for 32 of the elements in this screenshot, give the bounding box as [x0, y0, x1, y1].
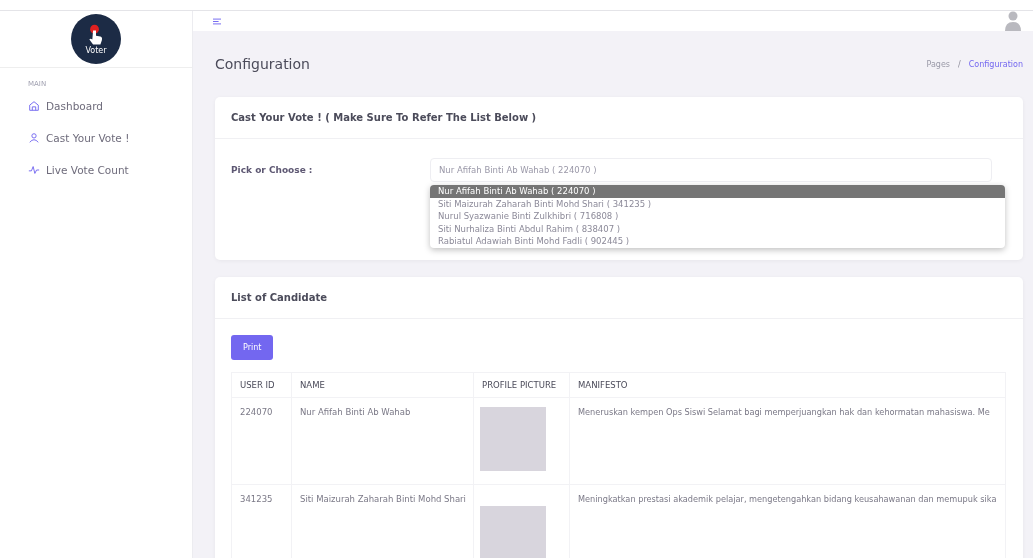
table-cell: Meneruskan kempen Ops Siswi Selamat bagi memperjuangkan hak dan kehormatan mahasiswa. Me [569, 397, 1006, 485]
column-header: PROFILE PICTURE [473, 372, 570, 398]
user-icon [28, 132, 40, 144]
dropdown-option[interactable]: Siti Nurhaliza Binti Abdul Rahim ( 838407 ) [430, 222, 1005, 235]
home-icon [28, 100, 40, 112]
photo-placeholder [480, 506, 546, 558]
logo-text: Voter [85, 45, 107, 55]
breadcrumb-separator: / [958, 59, 961, 69]
dropdown-option[interactable]: Rabiatul Adawiah Binti Mohd Fadli ( 902445 ) [430, 235, 1005, 248]
column-header: USER ID [231, 372, 292, 398]
table-cell: 224070 [231, 397, 292, 485]
card-title: List of Candidate [231, 292, 327, 303]
table-cell: 341235 [231, 484, 292, 558]
photo-placeholder [480, 407, 546, 471]
field-label: Pick or Choose : [231, 165, 314, 175]
breadcrumb-link[interactable]: Pages [926, 59, 951, 69]
print-button[interactable]: Print [231, 335, 274, 360]
page-title: Configuration [215, 56, 310, 72]
sidebar-item[interactable]: Cast Your Vote ! [0, 126, 192, 158]
breadcrumb-link[interactable]: Configuration [968, 59, 1023, 69]
column-header: NAME [291, 372, 474, 398]
candidate-select[interactable]: Nur Afifah Binti Ab Wahab ( 224070 ) [430, 158, 992, 182]
dropdown-option[interactable]: Nur Afifah Binti Ab Wahab ( 224070 ) [430, 185, 1005, 198]
dropdown-option[interactable]: Siti Maizurah Zaharah Binti Mohd Shari ( 341235 ) [430, 197, 1005, 210]
sidebar-item[interactable]: Live Vote Count [0, 158, 192, 190]
sidebar-item[interactable]: Dashboard [0, 94, 192, 126]
pulse-icon [28, 164, 40, 176]
table-cell: Nur Afifah Binti Ab Wahab [291, 397, 474, 485]
dropdown-option[interactable]: Nurul Syazwanie Binti Zulkhibri ( 716808 ) [430, 210, 1005, 223]
card-title: Cast Your Vote ! ( Make Sure To Refer The List Below ) [231, 112, 537, 123]
menu-icon[interactable] [213, 17, 221, 25]
column-header: MANIFESTO [569, 372, 1006, 398]
